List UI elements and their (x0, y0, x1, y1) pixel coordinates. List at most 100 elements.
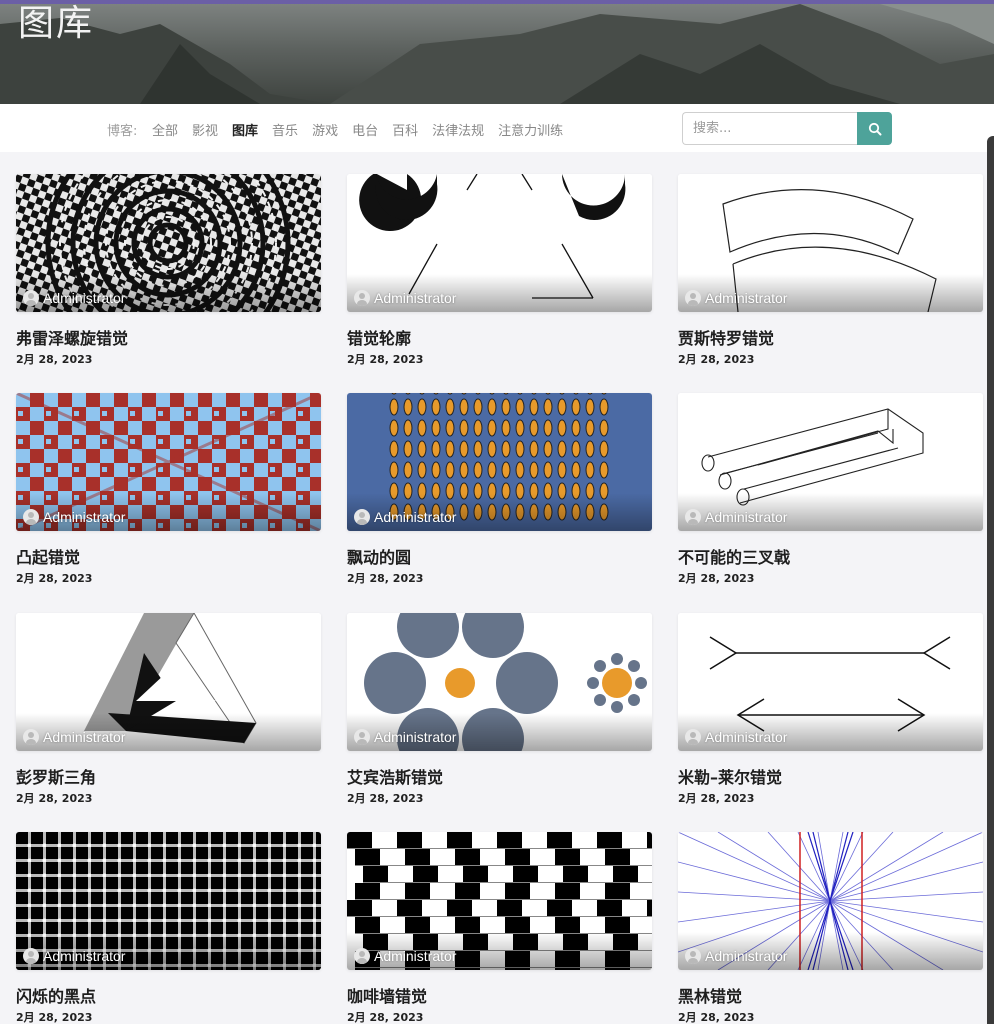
avatar (685, 509, 701, 525)
author-name: Administrator (43, 729, 126, 745)
post-date: 2月 28, 2023 (16, 353, 93, 366)
post-title[interactable]: 彭罗斯三角 (16, 764, 321, 788)
post-thumbnail[interactable]: Administrator (678, 174, 983, 312)
author-name: Administrator (43, 509, 126, 525)
search-form (682, 112, 892, 145)
post-thumbnail[interactable]: Administrator (347, 832, 652, 970)
post-card-floating-circles[interactable]: Administrator 飘动的圆 2月 28, 2023 (347, 393, 652, 586)
post-card-jastrow[interactable]: Administrator 贾斯特罗错觉 2月 28, 2023 (678, 174, 983, 367)
mountain-background (0, 4, 994, 104)
nav-item-laws[interactable]: 法律法规 (432, 120, 484, 139)
nav-item-all[interactable]: 全部 (152, 120, 178, 139)
post-title[interactable]: 艾宾浩斯错觉 (347, 764, 652, 788)
post-card-hering[interactable]: Administrator 黑林错觉 2月 28, 2023 (678, 832, 983, 1024)
author-name: Administrator (43, 290, 126, 306)
author-name: Administrator (705, 509, 788, 525)
post-date: 2月 28, 2023 (347, 1011, 424, 1024)
scrollbar[interactable] (987, 136, 994, 1024)
post-date: 2月 28, 2023 (16, 792, 93, 805)
author-name: Administrator (374, 729, 457, 745)
post-thumbnail[interactable]: Administrator (16, 832, 321, 970)
author-name: Administrator (705, 729, 788, 745)
avatar (23, 509, 39, 525)
post-thumbnail[interactable]: Administrator (347, 174, 652, 312)
post-title[interactable]: 闪烁的黑点 (16, 983, 321, 1007)
hero-banner: 图库 (0, 4, 994, 104)
nav-item-radio[interactable]: 电台 (352, 120, 378, 139)
post-author: Administrator (685, 729, 787, 745)
author-name: Administrator (374, 290, 457, 306)
blog-category-nav: 博客: 全部 影视 图库 音乐 游戏 电台 百科 法律法规 注意力训练 (0, 104, 994, 152)
post-date: 2月 28, 2023 (16, 572, 93, 585)
post-title[interactable]: 凸起错觉 (16, 544, 321, 568)
post-author: Administrator (685, 948, 787, 964)
post-date: 2月 28, 2023 (347, 792, 424, 805)
post-date: 2月 28, 2023 (678, 353, 755, 366)
category-list: 全部 影视 图库 音乐 游戏 电台 百科 法律法规 注意力训练 (152, 120, 563, 139)
nav-item-gallery[interactable]: 图库 (232, 120, 258, 139)
avatar (354, 729, 370, 745)
post-author: Administrator (354, 509, 456, 525)
nav-item-encyclopedia[interactable]: 百科 (392, 120, 418, 139)
nav-item-music[interactable]: 音乐 (272, 120, 298, 139)
page-title: 图库 (18, 4, 95, 44)
avatar (354, 290, 370, 306)
post-thumbnail[interactable]: Administrator (16, 174, 321, 312)
avatar (685, 948, 701, 964)
post-title[interactable]: 咖啡墙错觉 (347, 983, 652, 1007)
post-title[interactable]: 贾斯特罗错觉 (678, 325, 983, 349)
post-thumbnail[interactable]: Administrator (678, 393, 983, 531)
post-title[interactable]: 错觉轮廓 (347, 325, 652, 349)
avatar (23, 290, 39, 306)
post-title[interactable]: 弗雷泽螺旋错觉 (16, 325, 321, 349)
post-title[interactable]: 飘动的圆 (347, 544, 652, 568)
avatar (23, 729, 39, 745)
author-name: Administrator (43, 948, 126, 964)
post-date: 2月 28, 2023 (347, 353, 424, 366)
author-name: Administrator (705, 948, 788, 964)
post-author: Administrator (685, 509, 787, 525)
post-title[interactable]: 不可能的三叉戟 (678, 544, 983, 568)
avatar (685, 729, 701, 745)
post-date: 2月 28, 2023 (678, 572, 755, 585)
post-card-bulge[interactable]: Administrator 凸起错觉 2月 28, 2023 (16, 393, 321, 586)
nav-item-film[interactable]: 影视 (192, 120, 218, 139)
post-title[interactable]: 黑林错觉 (678, 983, 983, 1007)
post-author: Administrator (23, 509, 125, 525)
author-name: Administrator (374, 948, 457, 964)
post-thumbnail[interactable]: Administrator (16, 613, 321, 751)
post-thumbnail[interactable]: Administrator (16, 393, 321, 531)
post-thumbnail[interactable]: Administrator (347, 393, 652, 531)
post-thumbnail[interactable]: Administrator (678, 832, 983, 970)
nav-prefix-label: 博客: (107, 124, 138, 139)
post-card-muller-lyer[interactable]: Administrator 米勒–莱尔错觉 2月 28, 2023 (678, 613, 983, 806)
author-name: Administrator (374, 509, 457, 525)
post-date: 2月 28, 2023 (347, 572, 424, 585)
search-button[interactable] (857, 112, 892, 145)
avatar (685, 290, 701, 306)
nav-item-attention-training[interactable]: 注意力训练 (498, 120, 563, 139)
post-title[interactable]: 米勒–莱尔错觉 (678, 764, 983, 788)
post-card-cafe-wall[interactable]: Administrator 咖啡墙错觉 2月 28, 2023 (347, 832, 652, 1024)
post-card-illusory-contours[interactable]: Administrator 错觉轮廓 2月 28, 2023 (347, 174, 652, 367)
nav-item-games[interactable]: 游戏 (312, 120, 338, 139)
post-author: Administrator (23, 948, 125, 964)
post-author: Administrator (23, 729, 125, 745)
post-card-fraser-spiral[interactable]: Administrator 弗雷泽螺旋错觉 2月 28, 2023 (16, 174, 321, 367)
post-card-penrose-triangle[interactable]: Administrator 彭罗斯三角 2月 28, 2023 (16, 613, 321, 806)
post-card-scintillating-grid[interactable]: Administrator 闪烁的黑点 2月 28, 2023 (16, 832, 321, 1024)
post-date: 2月 28, 2023 (678, 1011, 755, 1024)
post-card-ebbinghaus[interactable]: Administrator 艾宾浩斯错觉 2月 28, 2023 (347, 613, 652, 806)
post-thumbnail[interactable]: Administrator (347, 613, 652, 751)
author-name: Administrator (705, 290, 788, 306)
post-date: 2月 28, 2023 (16, 1011, 93, 1024)
post-thumbnail[interactable]: Administrator (678, 613, 983, 751)
post-author: Administrator (685, 290, 787, 306)
avatar (354, 948, 370, 964)
search-icon (868, 122, 881, 135)
avatar (23, 948, 39, 964)
post-author: Administrator (354, 290, 456, 306)
search-input[interactable] (682, 112, 857, 145)
post-card-impossible-trident[interactable]: Administrator 不可能的三叉戟 2月 28, 2023 (678, 393, 983, 586)
post-author: Administrator (23, 290, 125, 306)
